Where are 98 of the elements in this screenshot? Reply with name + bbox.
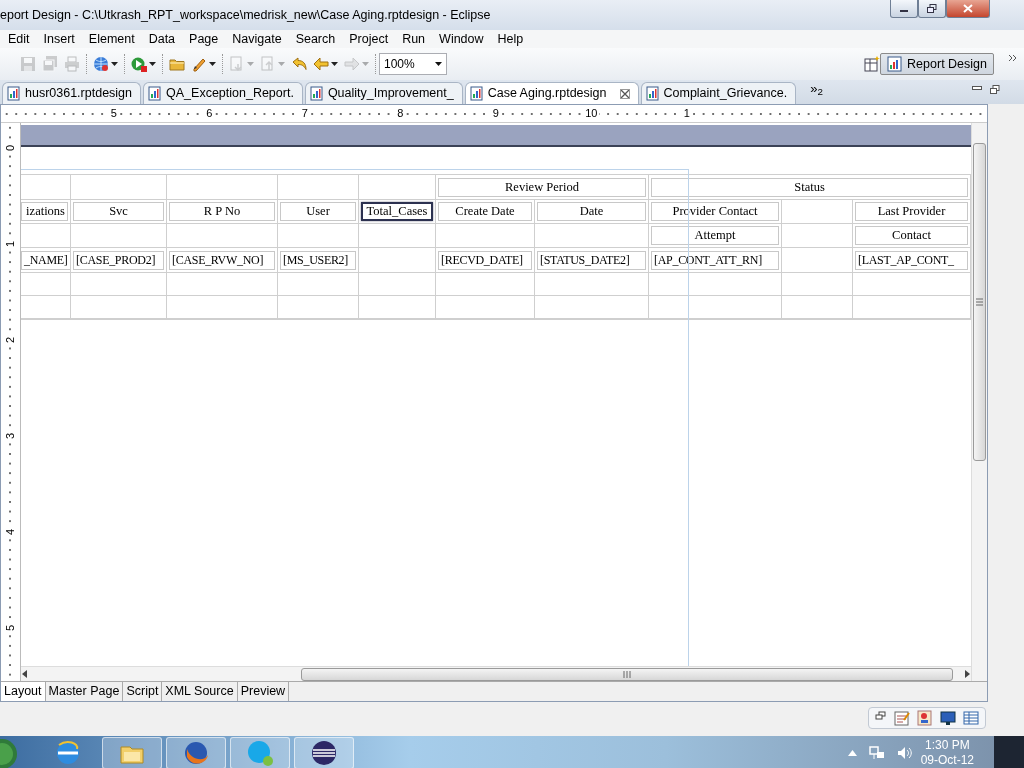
- menu-item[interactable]: Help: [497, 30, 524, 48]
- tab-overflow[interactable]: »$_{2}$: [810, 78, 823, 98]
- column-header[interactable]: Date: [537, 202, 646, 221]
- horizontal-scrollbar[interactable]: [21, 666, 971, 681]
- editor-tab[interactable]: Quality_Improvement_: [304, 82, 463, 104]
- vertical-scrollbar[interactable]: [971, 123, 987, 681]
- data-field[interactable]: [LAST_AP_CONT_: [855, 250, 968, 270]
- editor-tab[interactable]: Complaint_Grievance.: [640, 82, 797, 104]
- taskbar-button[interactable]: [294, 737, 354, 768]
- column-header[interactable]: User: [280, 202, 356, 221]
- caret-icon: [435, 62, 442, 66]
- speaker-icon[interactable]: [896, 745, 913, 761]
- data-field[interactable]: [CASE_PROD2]: [73, 250, 164, 270]
- column-header[interactable]: Contact: [855, 226, 968, 245]
- report-file-icon: [7, 86, 20, 101]
- minimize-icon[interactable]: [972, 86, 982, 92]
- table-cell: [782, 273, 853, 296]
- column-header[interactable]: Create Date: [438, 202, 532, 221]
- menu-item[interactable]: Insert: [43, 30, 75, 48]
- column-header[interactable]: Attempt: [651, 226, 779, 245]
- column-header[interactable]: R P No: [169, 202, 275, 221]
- editor-page-tab[interactable]: Script: [123, 682, 163, 701]
- restore-icon[interactable]: [875, 710, 887, 722]
- scroll-left-icon[interactable]: [21, 670, 29, 678]
- group-header: Review Period: [438, 177, 646, 197]
- data-field[interactable]: [AP_CONT_ATT_RN]: [651, 250, 779, 270]
- editor-page-tab[interactable]: Layout: [1, 682, 46, 701]
- caret-icon[interactable]: [111, 62, 118, 66]
- back-arrow-icon[interactable]: [313, 56, 329, 72]
- ruler-number: 5: [108, 107, 119, 120]
- monitor-icon[interactable]: [940, 710, 956, 726]
- maximize-icon[interactable]: [990, 85, 1000, 94]
- menu-item[interactable]: Element: [88, 30, 135, 48]
- caret-icon[interactable]: [331, 62, 338, 66]
- menu-item[interactable]: Window: [439, 30, 484, 48]
- show-hidden-icon[interactable]: [847, 750, 857, 756]
- ruler-number: 6: [204, 107, 215, 120]
- report-icon: [887, 56, 904, 72]
- report-file-icon: [309, 86, 323, 101]
- sphere-icon[interactable]: [310, 739, 338, 767]
- editor-tab[interactable]: husr0361.rptdesign: [2, 82, 142, 104]
- ruler-number: 8: [395, 107, 406, 120]
- menu-item[interactable]: Edit: [8, 30, 30, 48]
- caret-icon[interactable]: [209, 62, 216, 66]
- table-icon[interactable]: [963, 710, 979, 726]
- menu-item[interactable]: Navigate: [232, 30, 282, 48]
- column-header[interactable]: Last Provider: [855, 202, 968, 221]
- column-header[interactable]: Total_Cases: [361, 202, 433, 221]
- menu-item[interactable]: Data: [148, 30, 176, 48]
- group-header: Status: [651, 177, 968, 197]
- taskbar-button[interactable]: [166, 737, 226, 768]
- globe-icon[interactable]: [182, 739, 210, 767]
- perspective-button[interactable]: Report Design: [880, 53, 994, 75]
- restore-button[interactable]: [918, 0, 946, 18]
- report-file-icon: [148, 86, 162, 101]
- minimize-button[interactable]: [890, 0, 918, 18]
- globe-icon[interactable]: [93, 56, 109, 72]
- zoom-dropdown[interactable]: 100%: [379, 53, 447, 75]
- column-header[interactable]: Svc: [73, 202, 164, 221]
- report-file-icon: [645, 86, 659, 101]
- open-perspective-icon[interactable]: [864, 56, 881, 72]
- menu-item[interactable]: Project: [349, 30, 389, 48]
- ruler-number: 1: [681, 107, 692, 120]
- data-field[interactable]: [MS_USER2]: [280, 250, 356, 270]
- notepad-icon[interactable]: [894, 710, 910, 726]
- column-header[interactable]: Provider Contact: [651, 202, 779, 221]
- grip-icon: [976, 298, 983, 306]
- run-icon[interactable]: [131, 56, 147, 72]
- data-field[interactable]: _NAME]: [21, 250, 70, 270]
- globe-icon[interactable]: [54, 739, 82, 767]
- editor-tab[interactable]: Case Aging.rptdesign: [464, 82, 639, 104]
- palette-icon[interactable]: [917, 710, 933, 726]
- report-file-icon: [469, 86, 483, 101]
- data-field[interactable]: [RECVD_DATE]: [438, 250, 532, 270]
- data-field[interactable]: [STATUS_DATE2]: [537, 250, 646, 270]
- editor-tab[interactable]: QA_Exception_Report.: [143, 82, 303, 104]
- ruler-number: 9: [490, 107, 501, 120]
- scroll-right-icon[interactable]: [963, 670, 971, 678]
- close-icon[interactable]: [619, 88, 630, 99]
- menu-item[interactable]: Page: [189, 30, 219, 48]
- menu-item[interactable]: Search: [295, 30, 336, 48]
- column-header[interactable]: izations: [21, 202, 68, 221]
- ruler-number: 7: [299, 107, 310, 120]
- editor-page-tab[interactable]: XML Source: [162, 682, 238, 701]
- network-icon[interactable]: [868, 745, 885, 761]
- caret-icon[interactable]: [149, 62, 156, 66]
- data-field[interactable]: [CASE_RVW_NO]: [169, 250, 275, 270]
- menu-item[interactable]: Run: [402, 30, 426, 48]
- ruler-number: 10: [583, 107, 600, 120]
- editor-page-tab[interactable]: Preview: [237, 682, 290, 701]
- close-icon: [963, 4, 973, 13]
- editor-page-tab[interactable]: Master Page: [45, 682, 124, 701]
- chevron-icon[interactable]: [1008, 54, 1018, 62]
- pencil-icon[interactable]: [191, 56, 207, 72]
- restore-icon: [927, 4, 937, 13]
- window-title: eport Design - C:\Utkrash_RPT_workspace\medrisk_new\Case Aging.rptdesign - Eclipse: [0, 7, 491, 24]
- close-button[interactable]: [946, 0, 990, 18]
- grip-icon: [623, 670, 631, 678]
